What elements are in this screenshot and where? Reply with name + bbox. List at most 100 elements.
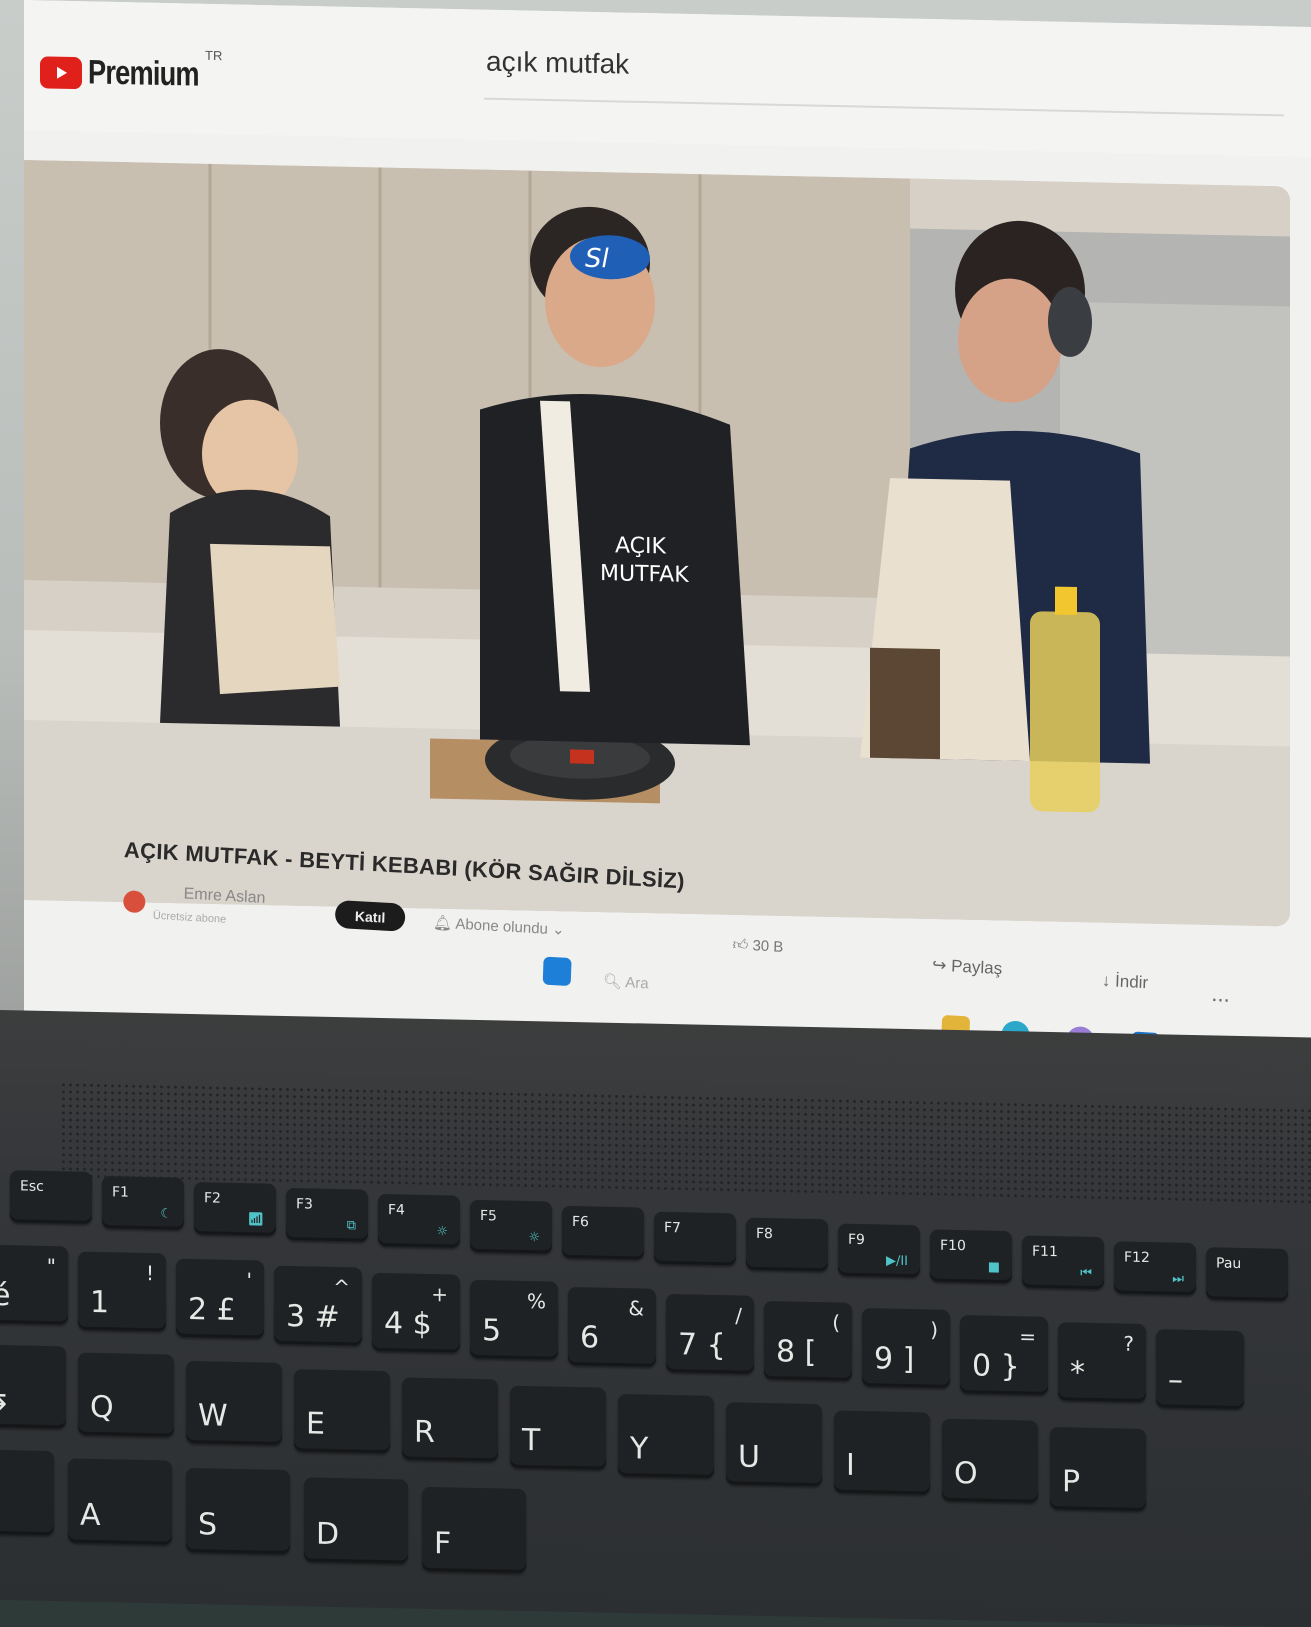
search-box[interactable]: açık mutfak	[484, 31, 1284, 117]
apron-text-2: MUTFAK	[600, 561, 689, 588]
key-f4[interactable]: F4 ☼	[378, 1193, 460, 1248]
key-row1-1[interactable]: 1!	[78, 1251, 166, 1332]
key-f12[interactable]: F12 ⏭	[1114, 1241, 1196, 1296]
key-legend: F2	[204, 1190, 221, 1207]
key-legend: 8 [	[776, 1334, 817, 1371]
key-f5[interactable]: F5 ☼	[470, 1199, 552, 1254]
key-function-icon: ■	[987, 1259, 1000, 1275]
key-shift-legend: )	[930, 1317, 938, 1342]
key-s[interactable]: S	[186, 1467, 290, 1555]
key-legend: F10	[940, 1237, 966, 1255]
key-legend: F5	[480, 1208, 497, 1225]
taskbar-search[interactable]: 🔍︎ Ara	[603, 972, 649, 993]
key-legend: D	[316, 1516, 340, 1553]
key-row1-7[interactable]: 7 {/	[666, 1293, 754, 1374]
windows-start-icon[interactable]	[542, 956, 572, 987]
key-legend: F6	[572, 1213, 589, 1231]
key-function-icon: ⏭	[1172, 1271, 1184, 1287]
key-shift-legend: +	[431, 1282, 448, 1307]
key-e[interactable]: E	[294, 1369, 390, 1454]
key-shift-legend: ^	[333, 1274, 350, 1300]
key-u[interactable]: U	[726, 1402, 822, 1487]
key-function-icon: ☾	[160, 1206, 172, 1222]
key-row1-11[interactable]: *?	[1058, 1322, 1146, 1403]
key-t[interactable]: T	[510, 1385, 606, 1470]
key-legend: é	[0, 1277, 11, 1314]
key-o[interactable]: O	[942, 1418, 1038, 1503]
key-legend: A	[80, 1497, 101, 1534]
key-row1-0[interactable]: é "	[0, 1244, 68, 1325]
key-w[interactable]: W	[186, 1360, 282, 1445]
key-f1[interactable]: F1 ☾	[102, 1176, 184, 1230]
video-frame: Sl AÇIK MUTFAK	[24, 159, 1290, 927]
key-legend: 0 }	[972, 1348, 1020, 1385]
key-row1-2[interactable]: 2 £ '	[176, 1258, 264, 1339]
key-shift-legend: '	[246, 1268, 253, 1293]
key-row1-6[interactable]: 6 &	[568, 1286, 656, 1367]
key-row1-9[interactable]: 9 ])	[862, 1308, 950, 1388]
key-shift-legend: ?	[1123, 1331, 1134, 1356]
laptop-keyboard-deck: Esc F1 ☾ F2 📶︎ F3 ⧉ F4 ☼ F5 ☼ F6 F7 F8 F9 ▶/II F10 ■ F11 ⏮ F…	[0, 1010, 1311, 1627]
key-shift-legend: (	[832, 1310, 840, 1335]
channel-avatar[interactable]	[122, 890, 146, 914]
key-q[interactable]: Q	[78, 1352, 174, 1437]
key-shift-legend: /	[735, 1303, 742, 1328]
join-button[interactable]: Katıl	[334, 899, 406, 932]
key-pau[interactable]: Pau	[1206, 1247, 1288, 1301]
key-y[interactable]: Y	[618, 1393, 714, 1478]
key-shift-legend: =	[1019, 1324, 1036, 1349]
youtube-premium-logo[interactable]: Premium TR	[40, 48, 227, 95]
key-a[interactable]: A	[68, 1458, 172, 1545]
key-legend: 2 £	[188, 1291, 236, 1328]
channel-name[interactable]: Emre Aslan	[183, 885, 265, 908]
like-button[interactable]: 👍︎ 30 B	[732, 936, 783, 957]
key-i[interactable]: I	[834, 1410, 930, 1495]
key-legend: S	[198, 1507, 218, 1543]
key-k[interactable]: k	[0, 1448, 54, 1536]
key-legend: 5	[482, 1313, 502, 1349]
key-legend: W	[198, 1398, 228, 1434]
subscribed-button[interactable]: 🔔︎ Abone olundu ⌄	[433, 913, 565, 938]
key-function-icon: ▶/II	[885, 1253, 908, 1270]
key-legend: F7	[664, 1219, 681, 1237]
key-legend: O	[954, 1455, 978, 1492]
key-row1-12[interactable]: –	[1156, 1329, 1244, 1410]
key-f10[interactable]: F10 ■	[930, 1229, 1012, 1284]
key-f3[interactable]: F3 ⧉	[286, 1187, 368, 1242]
key-r[interactable]: R	[402, 1377, 498, 1462]
key-f11[interactable]: F11 ⏮	[1022, 1235, 1104, 1290]
key-row1-3[interactable]: 3 # ^	[274, 1265, 362, 1346]
video-player[interactable]: Sl AÇIK MUTFAK	[24, 159, 1290, 927]
key-legend: 6	[580, 1320, 600, 1356]
thumbs-up-icon: 👍︎	[732, 936, 749, 954]
key-f[interactable]: F	[422, 1486, 526, 1574]
subscribed-label: Abone olundu	[455, 915, 549, 938]
key-legend: –	[1168, 1362, 1183, 1398]
search-input[interactable]: açık mutfak	[486, 46, 629, 81]
key-legend: F1	[112, 1184, 129, 1201]
key-esc[interactable]: Esc	[10, 1170, 92, 1224]
key-legend: 1	[90, 1284, 110, 1321]
key-⇆[interactable]: ⇆	[0, 1344, 66, 1429]
key-legend: 9 ]	[874, 1341, 915, 1378]
key-d[interactable]: D	[304, 1477, 408, 1564]
key-function-icon: ⧉	[346, 1218, 356, 1234]
key-shift-legend: %	[526, 1289, 546, 1314]
key-legend: F11	[1032, 1243, 1058, 1261]
laptop-screen: Premium TR açık mutfak Sl AÇIK MUTFAK AÇ…	[24, 0, 1311, 1082]
brand-text: Premium	[88, 53, 199, 94]
apron-text-1: AÇIK	[615, 533, 667, 559]
key-row1-10[interactable]: 0 } =	[960, 1315, 1048, 1395]
key-row1-5[interactable]: 5%	[470, 1279, 558, 1360]
key-p[interactable]: P	[1050, 1426, 1146, 1512]
key-f6[interactable]: F6	[562, 1205, 644, 1260]
key-row1-4[interactable]: 4 $ +	[372, 1272, 460, 1353]
key-f2[interactable]: F2 📶︎	[194, 1182, 276, 1236]
key-legend: T	[522, 1422, 541, 1459]
key-f9[interactable]: F9 ▶/II	[838, 1223, 920, 1278]
key-legend: F3	[296, 1196, 313, 1213]
taskbar-search-hint: Ara	[624, 974, 649, 993]
key-row1-8[interactable]: 8 [ (	[764, 1301, 852, 1381]
key-f7[interactable]: F7	[654, 1211, 736, 1266]
key-f8[interactable]: F8	[746, 1217, 828, 1272]
